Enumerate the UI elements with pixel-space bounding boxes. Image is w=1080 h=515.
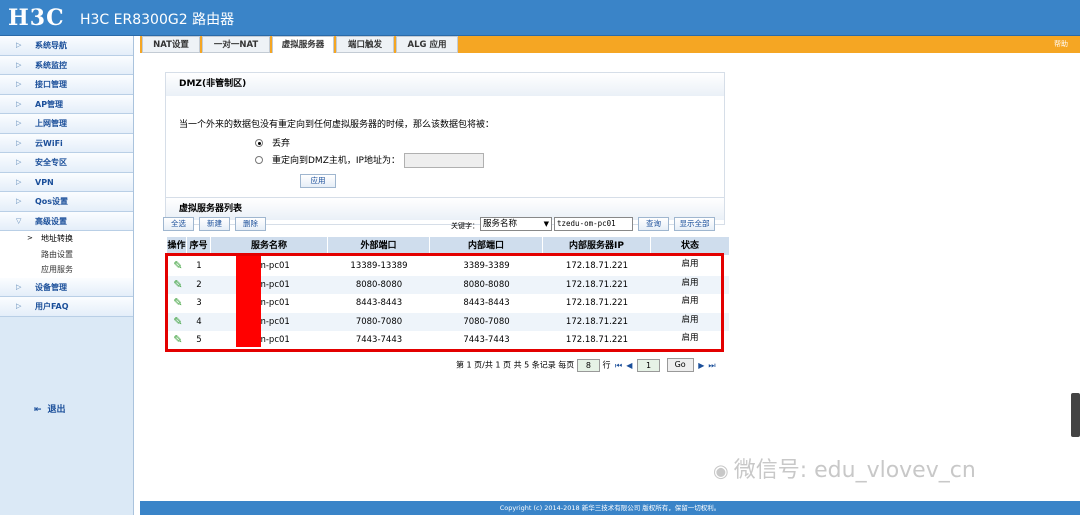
- tab-nat-settings[interactable]: NAT设置: [142, 36, 200, 53]
- keyword-input[interactable]: tzedu-om-pc01: [554, 217, 633, 231]
- chevron-right-icon: ▷: [16, 197, 22, 205]
- sidebar-item-label: 云WiFi: [35, 138, 63, 148]
- sidebar-subitem-routing[interactable]: 路由设置: [0, 246, 133, 262]
- sidebar-item-label: 设备管理: [35, 282, 67, 292]
- sidebar-subitem-label: 地址转换: [41, 234, 73, 243]
- chevron-down-icon: ▽: [16, 216, 22, 225]
- tab-virtual-server[interactable]: 虚拟服务器: [272, 36, 334, 53]
- chevron-right-icon: ▷: [16, 158, 22, 166]
- sidebar-subitem-app-service[interactable]: 应用服务: [0, 262, 133, 278]
- radio-discard-label: 丢弃: [272, 139, 291, 149]
- sidebar-item-device[interactable]: ▷ 设备管理: [0, 277, 133, 297]
- chevron-right-icon: ▷: [16, 302, 22, 310]
- chevron-right-icon: ▷: [16, 41, 22, 49]
- query-button[interactable]: 查询: [638, 217, 669, 231]
- chevron-right-icon: ▷: [16, 119, 22, 127]
- sidebar-item-advanced[interactable]: ▽ 高级设置: [0, 211, 133, 231]
- sidebar-item-system-nav[interactable]: ▷ 系统导航: [0, 36, 133, 56]
- dmz-ip-input[interactable]: [403, 153, 484, 168]
- chevron-right-icon: ▷: [16, 138, 22, 147]
- chevron-down-icon: ▼: [543, 220, 549, 228]
- sidebar-subitem-nat[interactable]: > 地址转换: [0, 231, 133, 247]
- next-page-icon[interactable]: ▶: [698, 361, 704, 370]
- wechat-watermark: ◉ 微信号: edu_vlovev_cn: [713, 452, 976, 484]
- chevron-right-icon: ▷: [16, 99, 22, 108]
- go-button[interactable]: Go: [666, 358, 694, 372]
- logout-button[interactable]: ⇤ 退出: [34, 402, 66, 415]
- sidebar-item-label: Qos设置: [35, 197, 69, 206]
- tab-port-trigger[interactable]: 端口触发: [336, 36, 394, 53]
- h3c-logo: H3C: [8, 5, 65, 31]
- product-title: H3C ER8300G2 路由器: [80, 12, 235, 28]
- keyword-field-value: 服务名称: [483, 219, 518, 229]
- sidebar-item-label: VPN: [35, 177, 54, 187]
- logout-label: 退出: [47, 405, 66, 415]
- select-all-button[interactable]: 全选: [163, 217, 194, 231]
- main-content: DMZ(非管制区) 当一个外来的数据包没有重定向到任何虚拟服务器的时候，那么该数…: [140, 53, 1080, 500]
- tab-bar: NAT设置 一对一NAT 虚拟服务器 端口触发 ALG 应用 帮助: [140, 36, 1080, 53]
- delete-button[interactable]: 删除: [235, 217, 266, 231]
- side-widget-handle[interactable]: [1071, 393, 1080, 437]
- sidebar-item-system-monitor[interactable]: ▷ 系统监控: [0, 55, 133, 75]
- keyword-label: 关键字：: [451, 222, 479, 230]
- sidebar-subitem-label: 应用服务: [41, 265, 73, 274]
- first-page-icon[interactable]: ⏮: [615, 361, 622, 370]
- tab-one-to-one-nat[interactable]: 一对一NAT: [202, 36, 270, 53]
- per-page-input[interactable]: 8: [576, 358, 600, 372]
- sidebar-item-interface[interactable]: ▷ 接口管理: [0, 75, 133, 95]
- top-header: H3C H3C ER8300G2 路由器: [0, 0, 1080, 36]
- radio-redirect[interactable]: 重定向到DMZ主机，IP地址为：: [255, 153, 484, 168]
- keyword-field-select[interactable]: 服务名称 ▼: [480, 217, 552, 231]
- sidebar-item-security[interactable]: ▷ 安全专区: [0, 153, 133, 173]
- new-button[interactable]: 新建: [199, 217, 230, 231]
- chevron-right-icon: ▷: [16, 177, 22, 186]
- footer: Copyright (c) 2014-2018 新华三技术有限公司 版权所有，保…: [140, 501, 1080, 515]
- sidebar: ▷ 系统导航 ▷ 系统监控 ▷ 接口管理 ▷ AP管理 ▷ 上网管理 ▷ 云WiFi ▷ 安全…: [0, 36, 134, 515]
- sidebar-item-label: 系统监控: [35, 60, 67, 70]
- radio-selected-icon: [255, 139, 263, 147]
- last-page-icon[interactable]: ⏭: [708, 361, 715, 370]
- highlight-box: [165, 253, 724, 352]
- sidebar-item-label: AP管理: [35, 99, 64, 109]
- page-input[interactable]: 1: [636, 358, 661, 372]
- sidebar-item-internet[interactable]: ▷ 上网管理: [0, 114, 133, 134]
- dmz-title: DMZ(非管制区): [166, 73, 724, 96]
- watermark-text: 微信号: edu_vlovev_cn: [733, 458, 976, 483]
- sidebar-item-label: 系统导航: [35, 41, 67, 50]
- chevron-right-icon: ▷: [16, 60, 22, 69]
- sidebar-item-label: 安全专区: [35, 158, 67, 167]
- dmz-panel: DMZ(非管制区) 当一个外来的数据包没有重定向到任何虚拟服务器的时候，那么该数…: [165, 72, 725, 206]
- sidebar-item-ap[interactable]: ▷ AP管理: [0, 94, 133, 114]
- sidebar-item-label: 接口管理: [35, 80, 67, 89]
- arrow-right-icon: >: [27, 234, 33, 242]
- radio-discard[interactable]: 丢弃: [255, 136, 290, 149]
- wechat-icon: ◉: [713, 461, 729, 482]
- pager-unit: 行: [602, 360, 611, 370]
- dmz-description: 当一个外来的数据包没有重定向到任何虚拟服务器的时候，那么该数据包将被：: [179, 120, 495, 130]
- sidebar-item-label: 高级设置: [35, 216, 67, 226]
- prev-page-icon[interactable]: ◀: [626, 361, 632, 370]
- sidebar-item-vpn[interactable]: ▷ VPN: [0, 172, 133, 192]
- pagination: 第 1 页/共 1 页 共 5 条记录 每页 8 行 ⏮ ◀ 1 Go ▶ ⏭: [456, 358, 718, 372]
- sidebar-item-cloud-wifi[interactable]: ▷ 云WiFi: [0, 133, 133, 153]
- radio-redirect-label: 重定向到DMZ主机，IP地址为：: [272, 156, 400, 166]
- chevron-right-icon: ▷: [16, 80, 22, 88]
- sidebar-subitem-label: 路由设置: [41, 249, 73, 259]
- pager-summary: 第 1 页/共 1 页 共 5 条记录 每页: [456, 360, 575, 370]
- logout-icon: ⇤: [34, 405, 42, 415]
- sidebar-item-label: 用户FAQ: [35, 302, 69, 311]
- apply-button[interactable]: 应用: [300, 174, 336, 188]
- chevron-right-icon: ▷: [16, 282, 22, 291]
- radio-unselected-icon: [255, 156, 263, 164]
- sidebar-item-label: 上网管理: [35, 119, 67, 128]
- sidebar-item-qos[interactable]: ▷ Qos设置: [0, 192, 133, 212]
- tab-alg[interactable]: ALG 应用: [396, 36, 458, 53]
- show-all-button[interactable]: 显示全部: [674, 217, 715, 231]
- sidebar-item-faq[interactable]: ▷ 用户FAQ: [0, 297, 133, 317]
- help-link[interactable]: 帮助: [1054, 36, 1068, 53]
